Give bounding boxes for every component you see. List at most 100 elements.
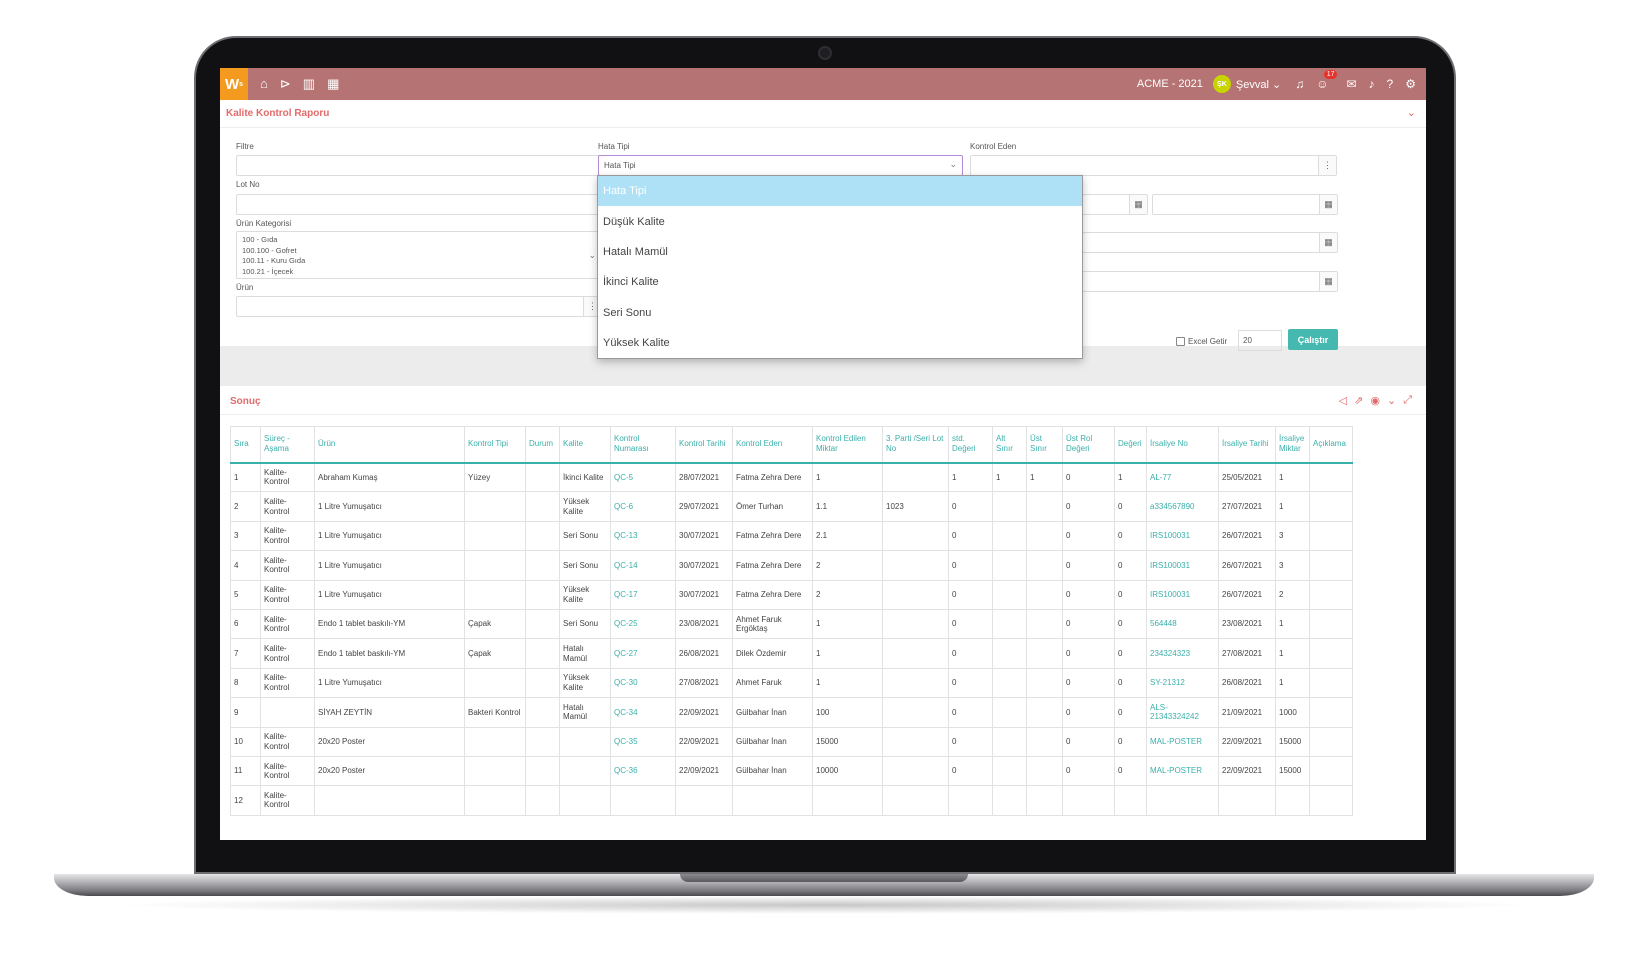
run-button[interactable]: Çalıştır: [1288, 329, 1338, 350]
column-header[interactable]: Ürün: [314, 426, 465, 464]
table-cell[interactable]: MAL-POSTER: [1146, 755, 1219, 787]
table-row[interactable]: 11 Kalite-Kontrol 20x20 Poster QC-36 22/09/2…: [230, 755, 1353, 787]
dropdown-option[interactable]: Düşük Kalite: [598, 206, 1082, 236]
dropdown-option[interactable]: Yüksek Kalite: [598, 328, 1082, 358]
column-header[interactable]: Üst Sınır: [1026, 426, 1063, 464]
column-header[interactable]: Kontrol Tipi: [464, 426, 526, 464]
table-cell[interactable]: QC-34: [610, 697, 676, 728]
more-icon[interactable]: ⋮: [1318, 156, 1336, 175]
calendar-icon[interactable]: ▦: [1319, 272, 1337, 291]
category-option[interactable]: 100.100 - Gofret: [242, 246, 596, 257]
table-cell[interactable]: MAL-POSTER: [1146, 726, 1219, 757]
column-header[interactable]: Kontrol Eden: [732, 426, 813, 464]
table-row[interactable]: 1 Kalite-Kontrol Abraham Kumaş Yüzey İkinci …: [230, 461, 1353, 493]
limit-input[interactable]: 20: [1238, 330, 1282, 351]
table-cell[interactable]: a334567890: [1146, 491, 1219, 522]
bell-icon[interactable]: ♪: [1369, 77, 1375, 91]
table-cell[interactable]: AL-77: [1146, 461, 1219, 493]
column-header[interactable]: 3. Parti /Seri Lot No: [882, 426, 949, 464]
column-header[interactable]: Alt Sınır: [992, 426, 1027, 464]
export-icon[interactable]: ⇗: [1354, 394, 1363, 407]
kontrol-eden-input[interactable]: ⋮: [970, 155, 1337, 176]
table-cell[interactable]: 234324323: [1146, 638, 1219, 669]
column-header[interactable]: Açıklama: [1309, 426, 1353, 464]
table-cell[interactable]: ALS-21343324242: [1146, 697, 1219, 728]
category-option[interactable]: 100.11 - Kuru Gıda: [242, 256, 596, 267]
table-cell[interactable]: QC-5: [610, 461, 676, 493]
avatar[interactable]: ŞK: [1212, 75, 1231, 93]
column-header[interactable]: Kontrol Tarihi: [675, 426, 733, 464]
table-cell[interactable]: 564448: [1146, 608, 1219, 640]
urun-kategorisi-select[interactable]: 100 - Gıda 100.100 - Gofret 100.11 - Kur…: [236, 231, 602, 279]
column-header[interactable]: Sıra: [230, 426, 261, 464]
dropdown-option[interactable]: Hatalı Mamül: [598, 237, 1082, 267]
table-cell[interactable]: QC-30: [610, 667, 676, 699]
gear-icon[interactable]: ⚙: [1405, 77, 1416, 91]
column-header[interactable]: İrsaliye No: [1146, 426, 1219, 464]
app-logo[interactable]: Ws: [220, 68, 248, 100]
dropdown-option[interactable]: İkinci Kalite: [598, 267, 1082, 297]
category-option[interactable]: 100.21 - İçecek: [242, 267, 596, 278]
column-header[interactable]: Durum: [525, 426, 560, 464]
tag-icon[interactable]: ⊳: [280, 76, 291, 92]
date-input-3[interactable]: ▦: [1082, 271, 1338, 292]
dropdown-option-selected[interactable]: Hata Tipi: [598, 176, 1082, 207]
smiley-icon[interactable]: ☺ 17: [1316, 70, 1338, 91]
hata-tipi-select[interactable]: Hata Tipi ⌄: [598, 155, 963, 176]
collapse-chevron-icon[interactable]: ⌄: [1407, 106, 1416, 119]
lot-no-input[interactable]: [236, 194, 602, 215]
table-cell[interactable]: QC-13: [610, 520, 676, 552]
table-row[interactable]: 10 Kalite-Kontrol 20x20 Poster QC-35 22/09/2…: [230, 726, 1353, 757]
table-row[interactable]: 2 Kalite-Kontrol 1 Litre Yumuşatıcı Yüksek …: [230, 491, 1353, 522]
table-row[interactable]: 3 Kalite-Kontrol 1 Litre Yumuşatıcı Seri So…: [230, 520, 1353, 552]
table-cell[interactable]: IRS100031: [1146, 520, 1219, 552]
date-input-2[interactable]: ▦: [1082, 232, 1338, 253]
column-header[interactable]: Kontrol Numarası: [610, 426, 676, 464]
home-icon[interactable]: ⌂: [260, 76, 268, 92]
table-row[interactable]: 9 SİYAH ZEYTİN Bakteri Kontrol Hatalı Mamül…: [230, 697, 1353, 728]
eye-icon[interactable]: ◉: [1370, 394, 1380, 407]
table-cell[interactable]: QC-35: [610, 726, 676, 757]
table-cell[interactable]: QC-27: [610, 638, 676, 669]
chevron-down-icon[interactable]: ⌄: [1387, 394, 1396, 407]
table-row[interactable]: 4 Kalite-Kontrol 1 Litre Yumuşatıcı Seri So…: [230, 550, 1353, 581]
table-cell[interactable]: IRS100031: [1146, 579, 1219, 610]
date-end-input[interactable]: ▦: [1152, 194, 1338, 215]
column-header[interactable]: Üst Rol Değeri: [1062, 426, 1115, 464]
table-cell[interactable]: QC-6: [610, 491, 676, 522]
excel-checkbox[interactable]: [1176, 337, 1185, 346]
table-cell[interactable]: IRS100031: [1146, 550, 1219, 581]
table-row[interactable]: 5 Kalite-Kontrol 1 Litre Yumuşatıcı Yüksek …: [230, 579, 1353, 610]
calendar-icon[interactable]: ▦: [1319, 233, 1337, 252]
chart-icon[interactable]: ▥: [303, 76, 315, 92]
category-option[interactable]: 100 - Gıda: [242, 235, 596, 246]
table-cell[interactable]: QC-17: [610, 579, 676, 610]
date-start-input[interactable]: ▦: [1082, 194, 1148, 215]
filtre-input[interactable]: [236, 155, 602, 176]
chat-icon[interactable]: ✉: [1346, 77, 1356, 91]
table-row[interactable]: 12 Kalite-Kontrol: [230, 785, 1353, 816]
table-cell[interactable]: QC-25: [610, 608, 676, 640]
table-row[interactable]: 7 Kalite-Kontrol Endo 1 tablet baskılı-YM Ç…: [230, 638, 1353, 669]
table-cell[interactable]: QC-36: [610, 755, 676, 787]
column-header[interactable]: Süreç - Aşama: [260, 426, 315, 464]
table-cell[interactable]: [610, 785, 676, 816]
table-cell[interactable]: [1146, 785, 1219, 816]
company-name[interactable]: ACME - 2021: [1137, 78, 1203, 90]
expand-icon[interactable]: ⤢: [1403, 394, 1412, 407]
table-cell[interactable]: SY-21312: [1146, 667, 1219, 699]
calendar-icon[interactable]: ▦: [1129, 195, 1147, 214]
table-row[interactable]: 8 Kalite-Kontrol 1 Litre Yumuşatıcı Yüksek …: [230, 667, 1353, 699]
calendar-icon[interactable]: ▦: [1319, 195, 1337, 214]
excel-toggle[interactable]: Excel Getir: [1176, 337, 1227, 346]
speaker-icon[interactable]: ◁: [1339, 394, 1347, 407]
dropdown-option[interactable]: Seri Sonu: [598, 298, 1082, 328]
help-icon[interactable]: ?: [1387, 77, 1394, 91]
table-row[interactable]: 6 Kalite-Kontrol Endo 1 tablet baskılı-YM Ç…: [230, 608, 1353, 640]
calendar-icon[interactable]: ▦: [327, 76, 339, 92]
headset-icon[interactable]: ♫: [1295, 77, 1304, 91]
column-header[interactable]: std. Değeri: [948, 426, 993, 464]
column-header[interactable]: Kalite: [559, 426, 611, 464]
column-header[interactable]: Değeri: [1114, 426, 1147, 464]
user-menu[interactable]: Şevval ⌄: [1236, 78, 1281, 91]
